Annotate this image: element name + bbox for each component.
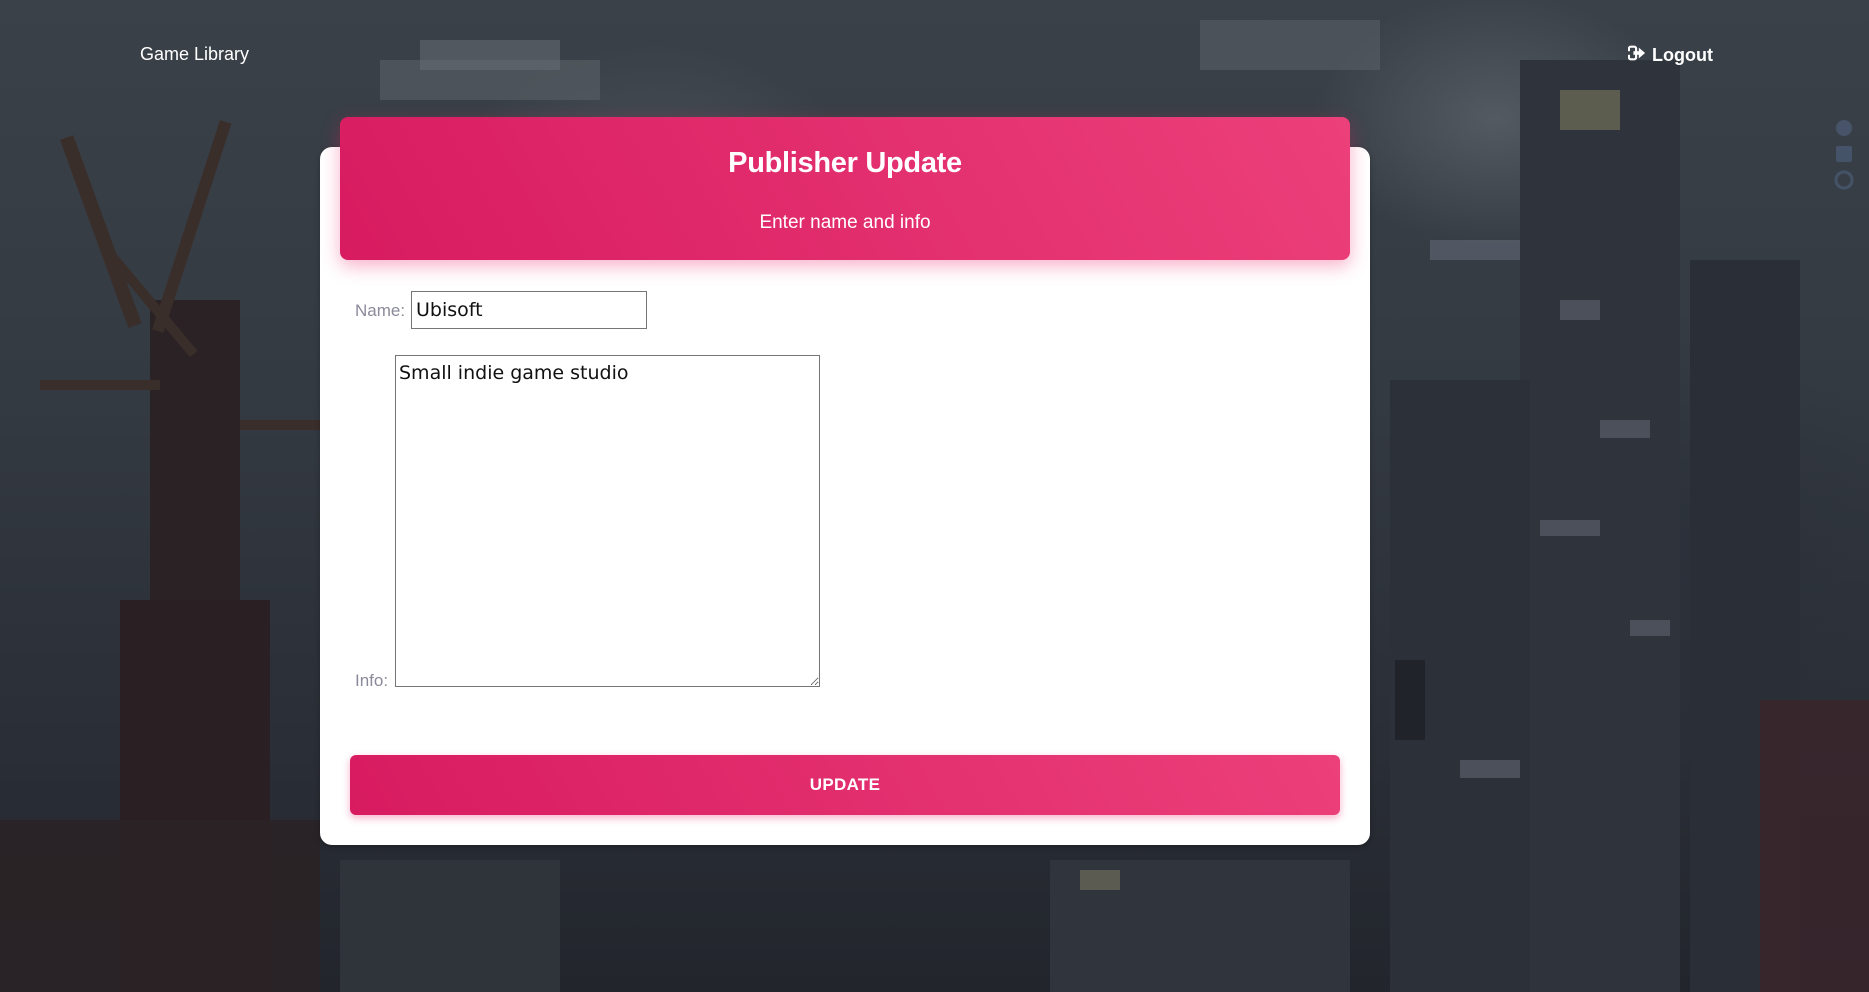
navbar: Game Library Logout (0, 0, 1869, 108)
brand-link[interactable]: Game Library (140, 44, 249, 65)
github-icon[interactable] (1834, 170, 1854, 190)
card-header: Publisher Update Enter name and info (340, 117, 1350, 260)
social-icons (1834, 118, 1854, 190)
page-title: Publisher Update (728, 147, 962, 179)
dribbble-icon[interactable] (1834, 118, 1854, 138)
info-label: Info: (355, 671, 389, 690)
name-label: Name: (355, 301, 406, 320)
info-textarea[interactable]: Small indie game studio (395, 355, 820, 687)
name-input[interactable] (411, 291, 647, 329)
page-subtitle: Enter name and info (759, 212, 931, 233)
update-button[interactable]: UPDATE (350, 755, 1340, 815)
logout-button[interactable]: Logout (1627, 44, 1713, 67)
sign-out-icon (1627, 44, 1646, 67)
logout-label: Logout (1652, 45, 1713, 65)
linkedin-icon[interactable] (1834, 144, 1854, 164)
